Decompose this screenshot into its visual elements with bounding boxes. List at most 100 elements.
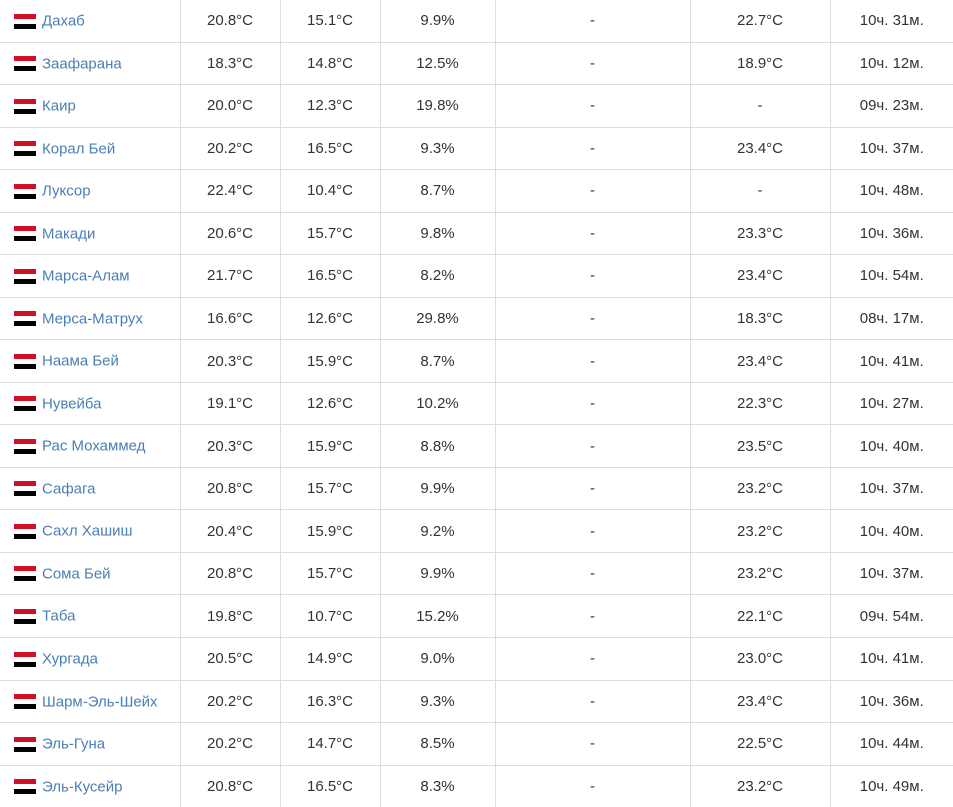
table-row: Наама Бей20.3°C15.9°C8.7%-23.4°C10ч. 41м… <box>0 340 953 383</box>
city-link[interactable]: Хургада <box>42 651 98 668</box>
humidity-cell: 8.2% <box>380 255 495 298</box>
egypt-flag-icon <box>14 652 36 667</box>
egypt-flag-icon <box>14 141 36 156</box>
city-link[interactable]: Луксор <box>42 183 91 200</box>
water-temp-cell: 23.4°C <box>690 680 830 723</box>
temp-day-cell: 20.8°C <box>180 765 280 807</box>
city-link[interactable]: Каир <box>42 98 76 115</box>
humidity-cell: 8.5% <box>380 723 495 766</box>
city-link[interactable]: Корал Бей <box>42 140 115 157</box>
temp-day-cell: 20.8°C <box>180 0 280 42</box>
city-link[interactable]: Таба <box>42 608 75 625</box>
precip-cell: - <box>495 425 690 468</box>
egypt-flag-icon <box>14 609 36 624</box>
temp-night-cell: 15.1°C <box>280 0 380 42</box>
daylight-cell: 10ч. 41м. <box>830 340 953 383</box>
table-row: Сома Бей20.8°C15.7°C9.9%-23.2°C10ч. 37м. <box>0 552 953 595</box>
water-temp-cell: 23.2°C <box>690 765 830 807</box>
city-link[interactable]: Мерса-Матрух <box>42 310 143 327</box>
city-cell: Марса-Алам <box>0 255 180 298</box>
city-link[interactable]: Эль-Гуна <box>42 736 105 753</box>
daylight-cell: 10ч. 54м. <box>830 255 953 298</box>
precip-cell: - <box>495 255 690 298</box>
precip-cell: - <box>495 297 690 340</box>
city-link[interactable]: Сома Бей <box>42 565 111 582</box>
city-link[interactable]: Нувейба <box>42 395 101 412</box>
temp-night-cell: 12.6°C <box>280 297 380 340</box>
water-temp-cell: 23.0°C <box>690 637 830 680</box>
humidity-cell: 9.0% <box>380 637 495 680</box>
precip-cell: - <box>495 595 690 638</box>
humidity-cell: 9.3% <box>380 680 495 723</box>
water-temp-cell: 18.3°C <box>690 297 830 340</box>
temp-day-cell: 20.0°C <box>180 85 280 128</box>
temp-day-cell: 20.2°C <box>180 680 280 723</box>
precip-cell: - <box>495 127 690 170</box>
humidity-cell: 9.8% <box>380 212 495 255</box>
egypt-flag-icon <box>14 99 36 114</box>
table-row: Эль-Кусейр20.8°C16.5°C8.3%-23.2°C10ч. 49… <box>0 765 953 807</box>
temp-night-cell: 12.3°C <box>280 85 380 128</box>
temp-night-cell: 14.9°C <box>280 637 380 680</box>
egypt-flag-icon <box>14 226 36 241</box>
city-link[interactable]: Сахл Хашиш <box>42 523 133 540</box>
temp-day-cell: 22.4°C <box>180 170 280 213</box>
egypt-flag-icon <box>14 56 36 71</box>
temp-night-cell: 14.7°C <box>280 723 380 766</box>
water-temp-cell: 23.2°C <box>690 467 830 510</box>
city-link[interactable]: Сафага <box>42 480 96 497</box>
city-link[interactable]: Шарм-Эль-Шейх <box>42 693 158 710</box>
city-link[interactable]: Наама Бей <box>42 353 119 370</box>
humidity-cell: 8.7% <box>380 340 495 383</box>
precip-cell: - <box>495 340 690 383</box>
city-cell: Мерса-Матрух <box>0 297 180 340</box>
water-temp-cell: 23.4°C <box>690 127 830 170</box>
table-row: Заафарана18.3°C14.8°C12.5%-18.9°C10ч. 12… <box>0 42 953 85</box>
city-link[interactable]: Макади <box>42 225 95 242</box>
city-cell: Луксор <box>0 170 180 213</box>
temp-night-cell: 15.7°C <box>280 212 380 255</box>
humidity-cell: 9.9% <box>380 0 495 42</box>
table-row: Сахл Хашиш20.4°C15.9°C9.2%-23.2°C10ч. 40… <box>0 510 953 553</box>
egypt-flag-icon <box>14 737 36 752</box>
city-cell: Заафарана <box>0 42 180 85</box>
precip-cell: - <box>495 552 690 595</box>
temp-night-cell: 16.5°C <box>280 127 380 170</box>
table-row: Сафага20.8°C15.7°C9.9%-23.2°C10ч. 37м. <box>0 467 953 510</box>
city-link[interactable]: Эль-Кусейр <box>42 778 122 795</box>
table-row: Хургада20.5°C14.9°C9.0%-23.0°C10ч. 41м. <box>0 637 953 680</box>
daylight-cell: 10ч. 31м. <box>830 0 953 42</box>
humidity-cell: 9.2% <box>380 510 495 553</box>
city-link[interactable]: Заафарана <box>42 55 122 72</box>
temp-day-cell: 20.6°C <box>180 212 280 255</box>
table-row: Корал Бей20.2°C16.5°C9.3%-23.4°C10ч. 37м… <box>0 127 953 170</box>
city-cell: Эль-Гуна <box>0 723 180 766</box>
city-cell: Корал Бей <box>0 127 180 170</box>
city-cell: Хургада <box>0 637 180 680</box>
humidity-cell: 9.9% <box>380 552 495 595</box>
temp-day-cell: 20.2°C <box>180 127 280 170</box>
table-row: Дахаб20.8°C15.1°C9.9%-22.7°C10ч. 31м. <box>0 0 953 42</box>
city-link[interactable]: Марса-Алам <box>42 268 130 285</box>
temp-night-cell: 15.7°C <box>280 552 380 595</box>
humidity-cell: 8.7% <box>380 170 495 213</box>
table-row: Таба19.8°C10.7°C15.2%-22.1°C09ч. 54м. <box>0 595 953 638</box>
temp-day-cell: 20.3°C <box>180 425 280 468</box>
city-link[interactable]: Рас Мохаммед <box>42 438 145 455</box>
temp-night-cell: 16.5°C <box>280 765 380 807</box>
water-temp-cell: 22.5°C <box>690 723 830 766</box>
daylight-cell: 09ч. 54м. <box>830 595 953 638</box>
temp-night-cell: 15.9°C <box>280 425 380 468</box>
city-cell: Наама Бей <box>0 340 180 383</box>
precip-cell: - <box>495 510 690 553</box>
water-temp-cell: - <box>690 170 830 213</box>
egypt-flag-icon <box>14 354 36 369</box>
table-row: Луксор22.4°C10.4°C8.7%--10ч. 48м. <box>0 170 953 213</box>
table-row: Шарм-Эль-Шейх20.2°C16.3°C9.3%-23.4°C10ч.… <box>0 680 953 723</box>
table-row: Мерса-Матрух16.6°C12.6°C29.8%-18.3°C08ч.… <box>0 297 953 340</box>
city-link[interactable]: Дахаб <box>42 13 85 30</box>
daylight-cell: 10ч. 41м. <box>830 637 953 680</box>
water-temp-cell: 23.2°C <box>690 552 830 595</box>
water-temp-cell: 23.2°C <box>690 510 830 553</box>
egypt-flag-icon <box>14 524 36 539</box>
